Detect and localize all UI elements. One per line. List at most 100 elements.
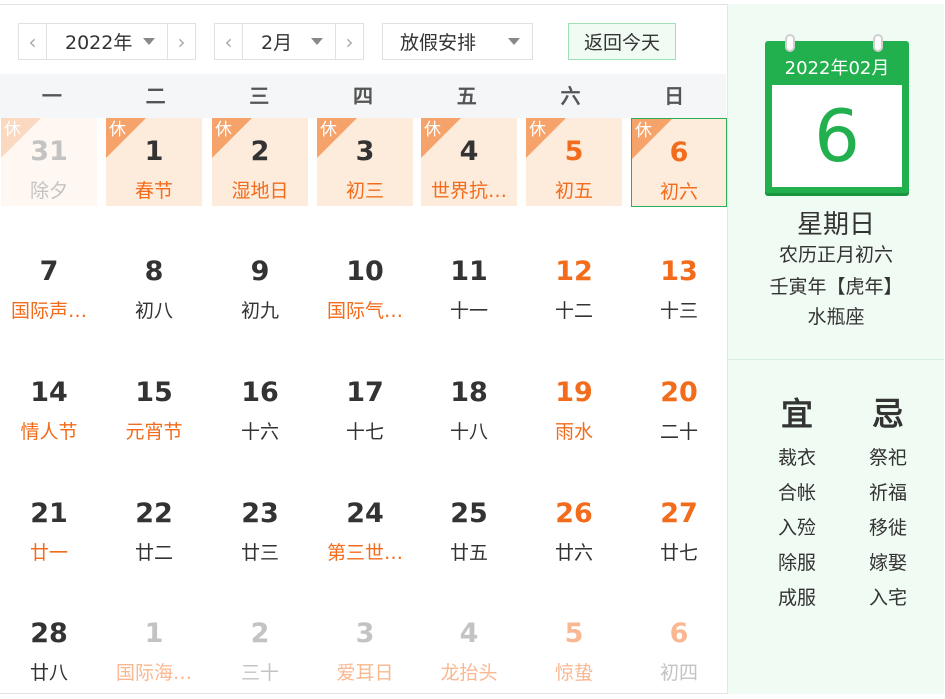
day-cell[interactable]: 13 十三 <box>631 238 727 326</box>
holiday-selector: 放假安排 <box>382 23 533 60</box>
weekday-wed: 三 <box>249 84 270 108</box>
detail-divider <box>728 359 944 360</box>
day-subtitle: 初八 <box>134 300 173 322</box>
day-number: 21 <box>30 498 68 529</box>
weekday-header: 一 二 三 四 五 六 日 <box>0 74 726 118</box>
next-year-icon[interactable]: › <box>167 24 195 59</box>
day-cell[interactable]: 12 十二 <box>526 238 622 326</box>
day-number: 5 <box>564 136 584 167</box>
day-cell[interactable]: 1 国际海… <box>106 600 202 688</box>
day-cell[interactable]: 16 十六 <box>212 359 308 447</box>
day-cell[interactable]: 20 二十 <box>631 359 727 447</box>
day-number: 2 <box>250 618 270 649</box>
day-subtitle: 国际海… <box>115 662 192 684</box>
day-number: 6 <box>669 618 689 649</box>
day-subtitle: 世界抗… <box>430 180 507 202</box>
day-cell[interactable]: 25 廿五 <box>421 480 517 568</box>
month-dropdown[interactable]: 2月 <box>243 28 335 55</box>
day-subtitle: 廿一 <box>29 542 68 564</box>
day-number: 5 <box>564 618 584 649</box>
day-cell-selected[interactable]: 休 6 初六 <box>631 118 727 207</box>
day-subtitle: 廿五 <box>449 542 488 564</box>
day-number: 23 <box>241 498 279 529</box>
day-cell[interactable]: 8 初八 <box>106 238 202 326</box>
day-subtitle: 初九 <box>240 300 279 322</box>
back-to-today-button[interactable]: 返回今天 <box>568 23 676 60</box>
weekday-sat: 六 <box>560 84 581 108</box>
day-subtitle: 惊蛰 <box>554 662 593 684</box>
month-selector: ‹ 2月 › <box>214 23 364 60</box>
day-subtitle: 爱耳日 <box>336 662 394 684</box>
day-subtitle: 初四 <box>659 662 698 684</box>
day-subtitle: 三十 <box>240 662 279 684</box>
day-number: 24 <box>346 498 384 529</box>
day-number: 4 <box>459 618 479 649</box>
day-cell[interactable]: 28 廿八 <box>1 600 97 688</box>
day-cell[interactable]: 23 廿三 <box>212 480 308 568</box>
day-subtitle: 廿七 <box>659 542 698 564</box>
year-value: 2022年 <box>65 32 133 54</box>
day-detail-panel: 2022年02月 6 星期日 农历正月初六 壬寅年【虎年】 水瓶座 宜 裁衣 合… <box>727 4 944 694</box>
day-subtitle: 廿三 <box>240 542 279 564</box>
day-cell[interactable]: 休 4 世界抗… <box>421 118 517 206</box>
yi-item: 合帐 <box>777 482 816 504</box>
day-cell[interactable]: 4 龙抬头 <box>421 600 517 688</box>
day-cell[interactable]: 7 国际声… <box>1 238 97 326</box>
day-cell[interactable]: 21 廿一 <box>1 480 97 568</box>
day-cell[interactable]: 17 十七 <box>317 359 413 447</box>
ji-title: 忌 <box>871 395 904 433</box>
day-number: 2 <box>250 136 270 167</box>
day-cell[interactable]: 休 1 春节 <box>106 118 202 206</box>
detail-day-number: 6 <box>814 94 860 178</box>
prev-year-icon[interactable]: ‹ <box>19 24 47 59</box>
caret-down-icon <box>508 38 520 45</box>
day-cell[interactable]: 27 廿七 <box>631 480 727 568</box>
holiday-dropdown[interactable]: 放假安排 <box>383 28 532 55</box>
day-cell[interactable]: 休 5 初五 <box>526 118 622 206</box>
day-cell[interactable]: 5 惊蛰 <box>526 600 622 688</box>
day-number: 22 <box>135 498 173 529</box>
binder-ring-icon <box>873 34 883 52</box>
day-cell[interactable]: 26 廿六 <box>526 480 622 568</box>
calendar-page-icon: 2022年02月 6 <box>765 34 909 193</box>
day-number: 20 <box>660 377 698 408</box>
day-number: 8 <box>144 256 164 287</box>
day-subtitle: 情人节 <box>20 421 78 443</box>
ji-item: 祭祀 <box>868 447 907 469</box>
month-value: 2月 <box>261 32 293 54</box>
day-subtitle: 初五 <box>554 180 593 202</box>
day-cell[interactable]: 11 十一 <box>421 238 517 326</box>
day-cell[interactable]: 9 初九 <box>212 238 308 326</box>
detail-ganzhi: 壬寅年【虎年】 <box>769 276 903 298</box>
year-dropdown[interactable]: 2022年 <box>47 28 167 55</box>
day-number: 18 <box>450 377 488 408</box>
day-subtitle: 初三 <box>345 180 384 202</box>
weekday-sun: 日 <box>664 84 685 108</box>
caret-down-icon <box>143 38 155 45</box>
next-month-icon[interactable]: › <box>335 24 363 59</box>
day-number: 12 <box>555 256 593 287</box>
day-number: 16 <box>241 377 279 408</box>
day-cell[interactable]: 14 情人节 <box>1 359 97 447</box>
day-number: 15 <box>135 377 173 408</box>
day-cell[interactable]: 18 十八 <box>421 359 517 447</box>
day-cell[interactable]: 22 廿二 <box>106 480 202 568</box>
prev-month-icon[interactable]: ‹ <box>215 24 243 59</box>
day-subtitle: 元宵节 <box>125 421 183 443</box>
day-number: 3 <box>355 618 375 649</box>
day-number: 19 <box>555 377 593 408</box>
ji-column: 忌 祭祀 祈福 移徙 嫁娶 入宅 <box>858 394 918 621</box>
day-cell[interactable]: 24 第三世… <box>317 480 413 568</box>
day-cell[interactable]: 2 三十 <box>212 600 308 688</box>
day-cell[interactable]: 15 元宵节 <box>106 359 202 447</box>
caret-down-icon <box>311 38 323 45</box>
day-cell[interactable]: 3 爱耳日 <box>317 600 413 688</box>
day-cell[interactable]: 6 初四 <box>631 600 727 688</box>
day-cell[interactable]: 19 雨水 <box>526 359 622 447</box>
yi-title: 宜 <box>780 395 813 433</box>
day-cell[interactable]: 10 国际气… <box>317 238 413 326</box>
day-cell[interactable]: 休 31 除夕 <box>1 118 97 206</box>
day-cell[interactable]: 休 3 初三 <box>317 118 413 206</box>
yi-item: 入殓 <box>777 517 816 539</box>
day-cell[interactable]: 休 2 湿地日 <box>212 118 308 206</box>
